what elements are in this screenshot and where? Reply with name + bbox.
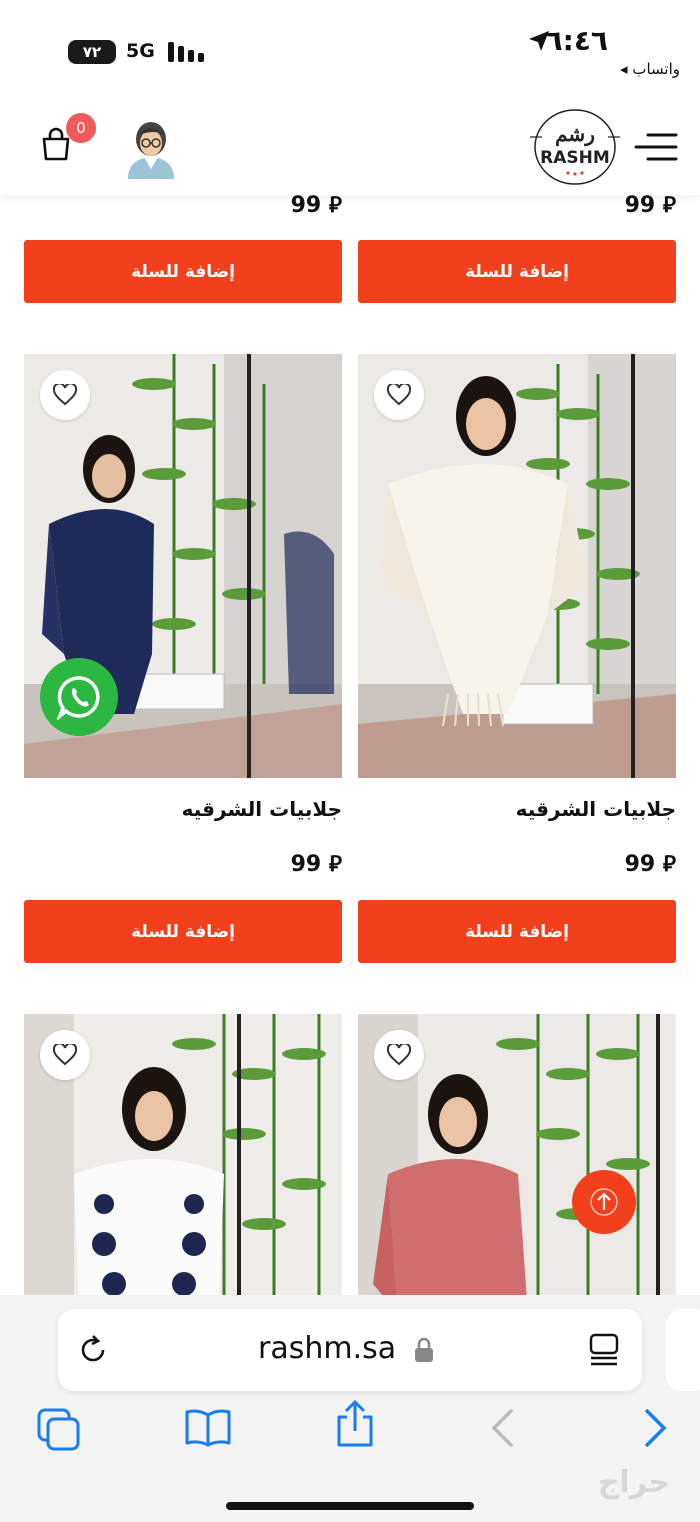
forward-icon[interactable] — [642, 1407, 668, 1449]
cart-count-badge: 0 — [66, 113, 96, 143]
add-to-cart-button[interactable]: إضافة للسلة — [24, 240, 342, 303]
product-grid: 99 ⃁ 99 ⃁ إضافة للسلة إضافة للسلة — [0, 195, 700, 1295]
product-image[interactable] — [24, 1014, 342, 1295]
whatsapp-chat-button[interactable] — [40, 658, 118, 736]
arrow-up-icon — [590, 1188, 618, 1216]
browser-chrome: rashm.sa حراج — [0, 1295, 700, 1522]
site-header: 0 رشم RASHM — [0, 95, 700, 195]
heart-icon — [387, 1044, 411, 1066]
product-image[interactable] — [358, 1014, 676, 1295]
heart-icon — [387, 384, 411, 406]
wishlist-button[interactable] — [374, 370, 424, 420]
add-to-cart-button[interactable]: إضافة للسلة — [24, 900, 342, 963]
url-text: rashm.sa — [258, 1331, 397, 1366]
network-type: 5G — [126, 40, 155, 62]
clock: ٦:٤٦ — [545, 24, 608, 57]
reload-icon[interactable] — [76, 1333, 110, 1367]
back-to-app-link[interactable]: ◂ واتساب — [620, 60, 680, 78]
heart-icon — [53, 1044, 77, 1066]
wishlist-button[interactable] — [40, 370, 90, 420]
scroll-to-top-button[interactable] — [572, 1170, 636, 1234]
product-title[interactable]: جلابيات الشرقيه — [24, 797, 342, 821]
add-to-cart-button[interactable]: إضافة للسلة — [358, 900, 676, 963]
wishlist-button[interactable] — [40, 1030, 90, 1080]
signal-icon — [168, 42, 204, 62]
product-image[interactable] — [358, 354, 676, 778]
svg-text:RASHM: RASHM — [540, 148, 610, 168]
lock-icon — [415, 1337, 433, 1362]
avatar-icon[interactable] — [124, 119, 178, 179]
bookmarks-icon[interactable] — [184, 1407, 232, 1447]
product-price: 99 ⃁ — [290, 195, 342, 218]
menu-icon[interactable] — [634, 131, 678, 163]
share-icon[interactable] — [334, 1399, 376, 1449]
heart-icon — [53, 384, 77, 406]
status-bar: ٧٢ 5G ٦:٤٦ ◂ واتساب — [0, 0, 700, 95]
product-title[interactable]: جلابيات الشرقيه — [358, 797, 676, 821]
back-icon[interactable] — [490, 1407, 516, 1449]
wishlist-button[interactable] — [374, 1030, 424, 1080]
add-to-cart-button[interactable]: إضافة للسلة — [358, 240, 676, 303]
battery-indicator: ٧٢ — [68, 40, 116, 64]
product-price: 99 ⃁ — [624, 195, 676, 218]
svg-text:رشم: رشم — [555, 122, 595, 147]
tabs-icon[interactable] — [36, 1407, 82, 1451]
reader-icon[interactable] — [588, 1333, 620, 1367]
address-bar[interactable]: rashm.sa — [58, 1309, 642, 1391]
whatsapp-icon — [56, 676, 100, 720]
product-price: 99 ⃁ — [624, 852, 676, 877]
product-price: 99 ⃁ — [290, 852, 342, 877]
watermark: حراج — [597, 1465, 670, 1500]
next-tab-preview[interactable] — [666, 1309, 700, 1391]
rashm-logo[interactable]: رشم RASHM — [530, 107, 620, 187]
home-indicator[interactable] — [226, 1502, 474, 1510]
